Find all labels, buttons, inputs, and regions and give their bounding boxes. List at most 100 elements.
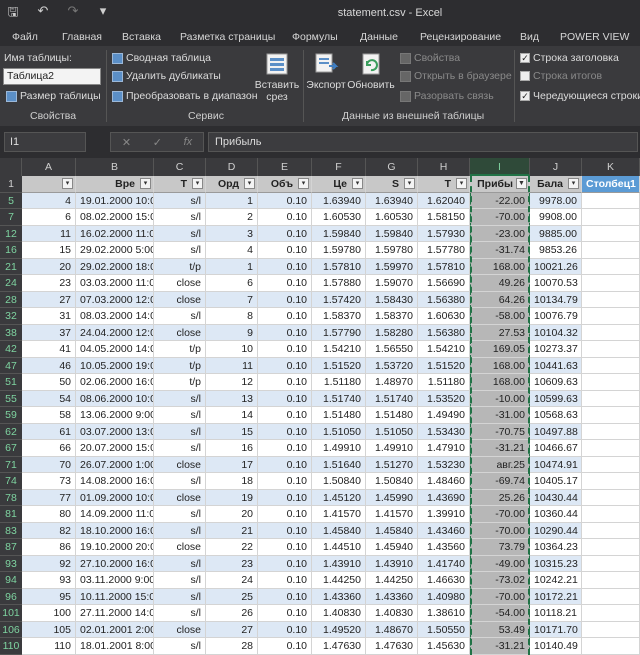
cell-i[interactable]: -70.00 (470, 522, 530, 539)
cell-j[interactable]: 10021.26 (530, 258, 582, 275)
cell-f[interactable]: 1.60530 (312, 209, 366, 226)
cell-c[interactable]: s/l (154, 522, 206, 539)
cell-e[interactable]: 0.10 (258, 225, 312, 242)
cell-k[interactable] (582, 456, 640, 473)
row-number[interactable]: 59 (0, 407, 22, 424)
cell-e[interactable]: 0.10 (258, 209, 312, 226)
row-number[interactable]: 94 (0, 572, 22, 589)
select-all-corner[interactable] (0, 158, 22, 176)
cell-f[interactable]: 1.59780 (312, 242, 366, 259)
tab-page-layout[interactable]: Разметка страницы (180, 31, 275, 43)
cell-a[interactable]: 54 (22, 390, 76, 407)
row-number[interactable]: 42 (0, 341, 22, 358)
cell-e[interactable]: 0.10 (258, 407, 312, 424)
cell-g[interactable]: 1.51480 (366, 407, 418, 424)
cell-i[interactable]: 27.53 (470, 324, 530, 341)
cell-h[interactable]: 1.54210 (418, 341, 470, 358)
cell-a[interactable]: 37 (22, 324, 76, 341)
cell-a[interactable]: 93 (22, 572, 76, 589)
cell-d[interactable]: 17 (206, 456, 258, 473)
row-number[interactable]: 12 (0, 225, 22, 242)
cell-c[interactable]: s/l (154, 242, 206, 259)
cell-d[interactable]: 20 (206, 506, 258, 523)
column-header-b[interactable]: B (76, 158, 154, 176)
cell-g[interactable]: 1.45990 (366, 489, 418, 506)
cell-g[interactable]: 1.56550 (366, 341, 418, 358)
cell-i[interactable]: 168.00 (470, 374, 530, 391)
row-number[interactable]: 71 (0, 456, 22, 473)
cell-k[interactable] (582, 258, 640, 275)
cell-d[interactable]: 10 (206, 341, 258, 358)
column-header-j[interactable]: J (530, 158, 582, 176)
cell-f[interactable]: 1.51740 (312, 390, 366, 407)
cell-h[interactable]: 1.57810 (418, 258, 470, 275)
cell-i[interactable]: 169.05 (470, 341, 530, 358)
cell-c[interactable]: s/l (154, 192, 206, 209)
cell-g[interactable]: 1.51050 (366, 423, 418, 440)
cell-k[interactable] (582, 572, 640, 589)
header-cell-g[interactable]: S ▾ (366, 176, 418, 193)
filter-dropdown-icon[interactable]: ▾ (568, 178, 579, 189)
cell-d[interactable]: 16 (206, 440, 258, 457)
cell-h[interactable]: 1.47910 (418, 440, 470, 457)
cell-b[interactable]: 03.11.2000 9:00 (76, 572, 154, 589)
cell-j[interactable]: 10441.63 (530, 357, 582, 374)
cell-e[interactable]: 0.10 (258, 291, 312, 308)
cell-a[interactable]: 80 (22, 506, 76, 523)
cell-g[interactable]: 1.48670 (366, 621, 418, 638)
filter-dropdown-icon[interactable]: ▾ (244, 178, 255, 189)
tab-power-view[interactable]: POWER VIEW (560, 31, 629, 43)
cell-g[interactable]: 1.43910 (366, 555, 418, 572)
cell-j[interactable]: 10466.67 (530, 440, 582, 457)
cell-i[interactable]: -22.00 (470, 192, 530, 209)
properties-button[interactable]: Свойства (400, 52, 460, 64)
cell-d[interactable]: 11 (206, 357, 258, 374)
row-number[interactable]: 28 (0, 291, 22, 308)
cell-f[interactable]: 1.51640 (312, 456, 366, 473)
cell-d[interactable]: 12 (206, 374, 258, 391)
cell-h[interactable]: 1.53230 (418, 456, 470, 473)
cell-b[interactable]: 04.05.2000 14:00 (76, 341, 154, 358)
cell-k[interactable] (582, 209, 640, 226)
cell-i[interactable]: -70.00 (470, 506, 530, 523)
cell-h[interactable]: 1.62040 (418, 192, 470, 209)
cell-b[interactable]: 10.11.2000 15:00 (76, 588, 154, 605)
cell-k[interactable] (582, 489, 640, 506)
cell-i[interactable]: -23.00 (470, 225, 530, 242)
cell-j[interactable]: 10273.37 (530, 341, 582, 358)
row-number[interactable]: 7 (0, 209, 22, 226)
cell-b[interactable]: 26.07.2000 1:00 (76, 456, 154, 473)
cell-c[interactable]: close (154, 324, 206, 341)
column-header-e[interactable]: E (258, 158, 312, 176)
cell-e[interactable]: 0.10 (258, 308, 312, 325)
cell-h[interactable]: 1.53430 (418, 423, 470, 440)
cell-f[interactable]: 1.51520 (312, 357, 366, 374)
cell-j[interactable]: 10405.17 (530, 473, 582, 490)
cell-e[interactable]: 0.10 (258, 357, 312, 374)
cell-f[interactable]: 1.58370 (312, 308, 366, 325)
cell-j[interactable]: 10430.44 (530, 489, 582, 506)
cell-a[interactable]: 6 (22, 209, 76, 226)
cell-c[interactable]: close (154, 275, 206, 292)
cell-f[interactable]: 1.44250 (312, 572, 366, 589)
cell-f[interactable]: 1.43360 (312, 588, 366, 605)
cell-i[interactable]: авг.25 (470, 456, 530, 473)
cell-b[interactable]: 20.07.2000 15:00 (76, 440, 154, 457)
cell-e[interactable]: 0.10 (258, 390, 312, 407)
cell-c[interactable]: close (154, 291, 206, 308)
filter-dropdown-icon[interactable]: ▾ (140, 178, 151, 189)
cell-d[interactable]: 18 (206, 473, 258, 490)
cell-i[interactable]: -31.00 (470, 407, 530, 424)
cell-a[interactable]: 27 (22, 291, 76, 308)
cell-d[interactable]: 19 (206, 489, 258, 506)
row-number[interactable]: 93 (0, 555, 22, 572)
header-cell-b[interactable]: Вре ▾ (76, 176, 154, 193)
column-header-i[interactable]: I (470, 158, 530, 176)
cell-j[interactable]: 9853.26 (530, 242, 582, 259)
cell-b[interactable]: 18.01.2001 8:00 (76, 638, 154, 655)
cell-c[interactable]: s/l (154, 440, 206, 457)
cell-g[interactable]: 1.48970 (366, 374, 418, 391)
insert-slicer-button[interactable]: Вставить срез (252, 52, 302, 103)
cell-h[interactable]: 1.40980 (418, 588, 470, 605)
cell-k[interactable] (582, 423, 640, 440)
